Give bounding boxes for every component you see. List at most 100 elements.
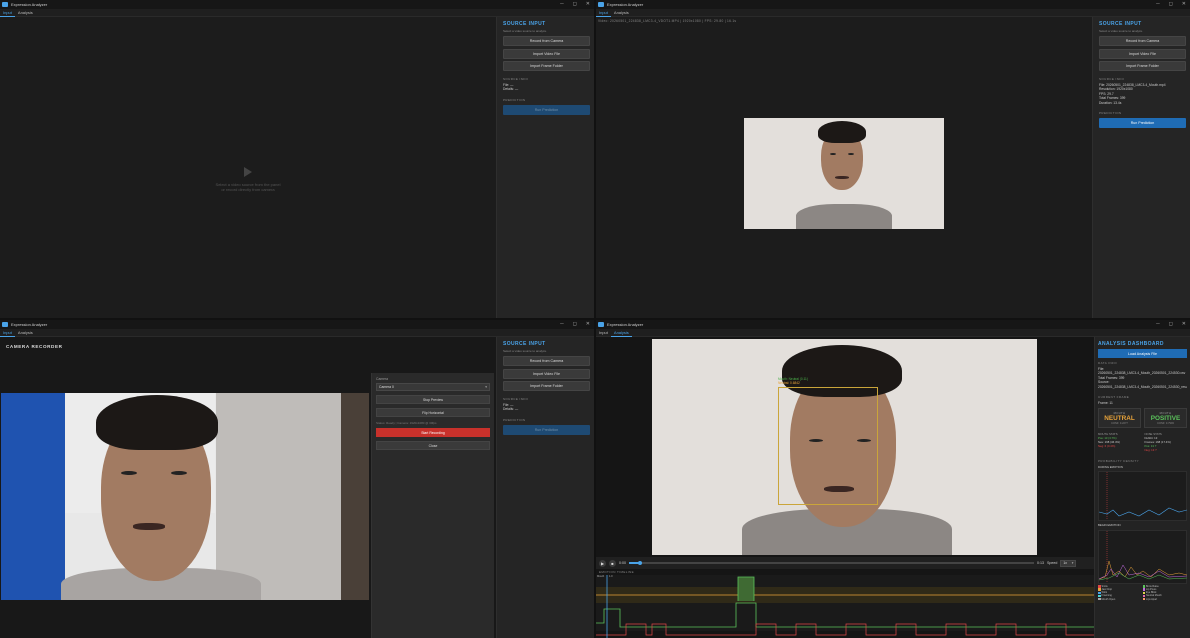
probability-heading: PROBABILITY DENSITY	[1098, 458, 1140, 463]
analysis-video-area: Mouth: Neutral (0.11) Neutral: 0.6842 ▶ …	[596, 337, 1094, 638]
import-frames-button[interactable]: Import Frame Folder	[1099, 61, 1186, 71]
tab-analysis[interactable]: Analysis	[15, 9, 36, 17]
minimize-icon[interactable]: ─	[560, 2, 564, 7]
source-title: SOURCE INPUT	[503, 341, 546, 347]
play-icon	[244, 167, 252, 177]
camera-status: Status: Ready | Camera: 1920x1080 @ 30fp…	[376, 421, 437, 425]
tab-analysis[interactable]: Analysis	[611, 9, 632, 17]
window-input-loaded: Expression Analyzer ─ ◻ ✕ Input Analysis V…	[596, 0, 1190, 318]
source-panel: SOURCE INPUT Select a video source to an…	[496, 17, 594, 318]
menu-bar: Input Analysis	[596, 9, 1190, 17]
speed-select[interactable]: 1x ▾	[1060, 559, 1077, 567]
nose-stats: NOSE STATS Dubbit: 13 Frames: 168 (17.4%…	[1144, 432, 1171, 453]
person-hair	[818, 121, 866, 143]
source-panel: SOURCE INPUT Select a video source to an…	[496, 337, 594, 638]
tab-input[interactable]: Input	[596, 329, 611, 337]
import-video-button[interactable]: Import Video File	[503, 48, 590, 59]
camera-label: Camera	[376, 377, 389, 381]
details-info: Details: —	[503, 87, 519, 92]
placeholder-line-2: or record directly from camera	[221, 187, 275, 192]
player-controls: ▶ ■ 0:00 0:13 Speed 1x ▾	[596, 557, 1094, 569]
prediction-heading: PREDICTION	[503, 417, 526, 422]
speed-label: Speed	[1047, 561, 1058, 565]
frame-number: Frame: 11	[1098, 401, 1113, 406]
tab-analysis[interactable]: Analysis	[610, 329, 632, 337]
play-button[interactable]: ▶	[599, 559, 606, 567]
camera-dialog: CAMERA RECORDER Camera Camera 0 ▾ Stop Pr…	[0, 337, 496, 638]
stop-button[interactable]: ■	[609, 559, 616, 567]
stop-preview-button[interactable]: Stop Preview	[376, 395, 490, 404]
start-recording-button[interactable]: Start Recording	[376, 428, 490, 437]
import-video-button[interactable]: Import Video File	[1099, 48, 1186, 59]
close-icon[interactable]: ✕	[1182, 322, 1186, 327]
maximize-icon[interactable]: ◻	[1169, 2, 1173, 7]
minimize-icon[interactable]: ─	[1156, 322, 1160, 327]
close-icon[interactable]: ✕	[586, 322, 590, 327]
maximize-icon[interactable]: ◻	[573, 322, 577, 327]
maximize-icon[interactable]: ◻	[573, 2, 577, 7]
timeline-title: EMOTION TIMELINE	[599, 570, 635, 574]
camera-preview	[1, 393, 369, 600]
source-title: SOURCE INPUT	[1099, 21, 1142, 27]
tab-input[interactable]: Input	[596, 9, 611, 17]
app-logo-icon	[2, 322, 8, 327]
close-icon[interactable]: ✕	[586, 2, 590, 7]
run-prediction-button[interactable]: Run Prediction	[503, 424, 590, 435]
load-analysis-button[interactable]: Load Analysis File	[1098, 349, 1187, 358]
record-camera-button[interactable]: Record from Camera	[1099, 36, 1186, 46]
menu-bar: Input Analysis	[0, 9, 594, 17]
source-desc: Select a video source to analyze.	[503, 349, 548, 353]
source-name: 20260501_224838_LMC3-4_Mouth_20260501_22…	[1098, 384, 1187, 389]
minimize-icon[interactable]: ─	[1156, 2, 1160, 7]
dashboard-title: ANALYSIS DASHBOARD	[1098, 341, 1164, 347]
app-logo-icon	[598, 322, 604, 327]
chart-legend: Smile Brow Raise Jaw Drop Lip Press Wink…	[1098, 585, 1187, 601]
prediction-heading: PREDICTION	[1099, 111, 1122, 116]
data-info-heading: DATA INFO	[1098, 361, 1117, 365]
title-bar: Expression Analyzer ─ ◻ ✕	[596, 0, 1190, 9]
close-button[interactable]: Close	[376, 441, 490, 450]
blue-curtain	[1, 393, 65, 600]
window-title: Expression Analyzer	[607, 322, 644, 327]
tab-input[interactable]: Input	[0, 329, 15, 337]
source-panel: SOURCE INPUT Select a video source to an…	[1092, 17, 1190, 318]
chart2-label: BEGIN EMOTION	[1098, 523, 1121, 528]
mouth-emotion-card: MOUTH NEUTRAL CONF: 0.2277	[1098, 408, 1141, 429]
flip-horizontal-button[interactable]: Flip Horizontal	[376, 408, 490, 417]
run-prediction-button[interactable]: Run Prediction	[1099, 118, 1186, 129]
source-desc: Select a video source to analyze.	[1099, 29, 1144, 33]
timeline-series-label: Mouth	[597, 575, 605, 578]
title-bar: Expression Analyzer ─ ◻ ✕	[596, 320, 1190, 329]
import-frames-button[interactable]: Import Frame Folder	[503, 61, 590, 71]
seek-slider[interactable]	[629, 560, 1034, 565]
video-preview	[744, 118, 944, 229]
mouth-stats: MOUTH STATS Pos: 13 (3.7%) Neu: 168 (46.…	[1098, 432, 1120, 449]
record-camera-button[interactable]: Record from Camera	[503, 356, 590, 366]
close-icon[interactable]: ✕	[1182, 2, 1186, 7]
emotion-timeline-chart: Mouth 1.0	[596, 575, 1094, 638]
import-frames-button[interactable]: Import Frame Folder	[503, 381, 590, 391]
tab-analysis[interactable]: Analysis	[15, 329, 36, 337]
minimize-icon[interactable]: ─	[560, 322, 564, 327]
window-title: Expression Analyzer	[11, 2, 48, 7]
source-info-heading: SOURCE INFO	[503, 77, 529, 81]
camera-select[interactable]: Camera 0 ▾	[376, 383, 490, 391]
import-video-button[interactable]: Import Video File	[503, 368, 590, 379]
chart1-label: DURING EMOTION	[1098, 464, 1123, 469]
camera-recorder-title: CAMERA RECORDER	[6, 344, 63, 349]
empty-placeholder: Select a video source from the panel or …	[0, 167, 496, 192]
second-emotion-card: MOUTH POSITIVE CONF: 0.7993	[1144, 408, 1187, 429]
analysis-dashboard: ANALYSIS DASHBOARD Load Analysis File DA…	[1094, 337, 1190, 638]
face-bounding-box	[778, 387, 878, 505]
camera-controls: Camera Camera 0 ▾ Stop Preview Flip Horiz…	[371, 373, 494, 638]
window-title: Expression Analyzer	[607, 2, 644, 7]
source-title: SOURCE INPUT	[503, 21, 546, 27]
maximize-icon[interactable]: ◻	[1169, 322, 1173, 327]
tab-input[interactable]: Input	[0, 9, 15, 17]
menu-bar: Input Analysis	[0, 329, 594, 337]
record-camera-button[interactable]: Record from Camera	[503, 36, 590, 46]
run-prediction-button[interactable]: Run Prediction	[503, 104, 590, 115]
current-frame-heading: CURRENT FRAME	[1098, 395, 1130, 400]
person-hair	[96, 395, 218, 450]
probability-chart-1	[1098, 471, 1188, 522]
